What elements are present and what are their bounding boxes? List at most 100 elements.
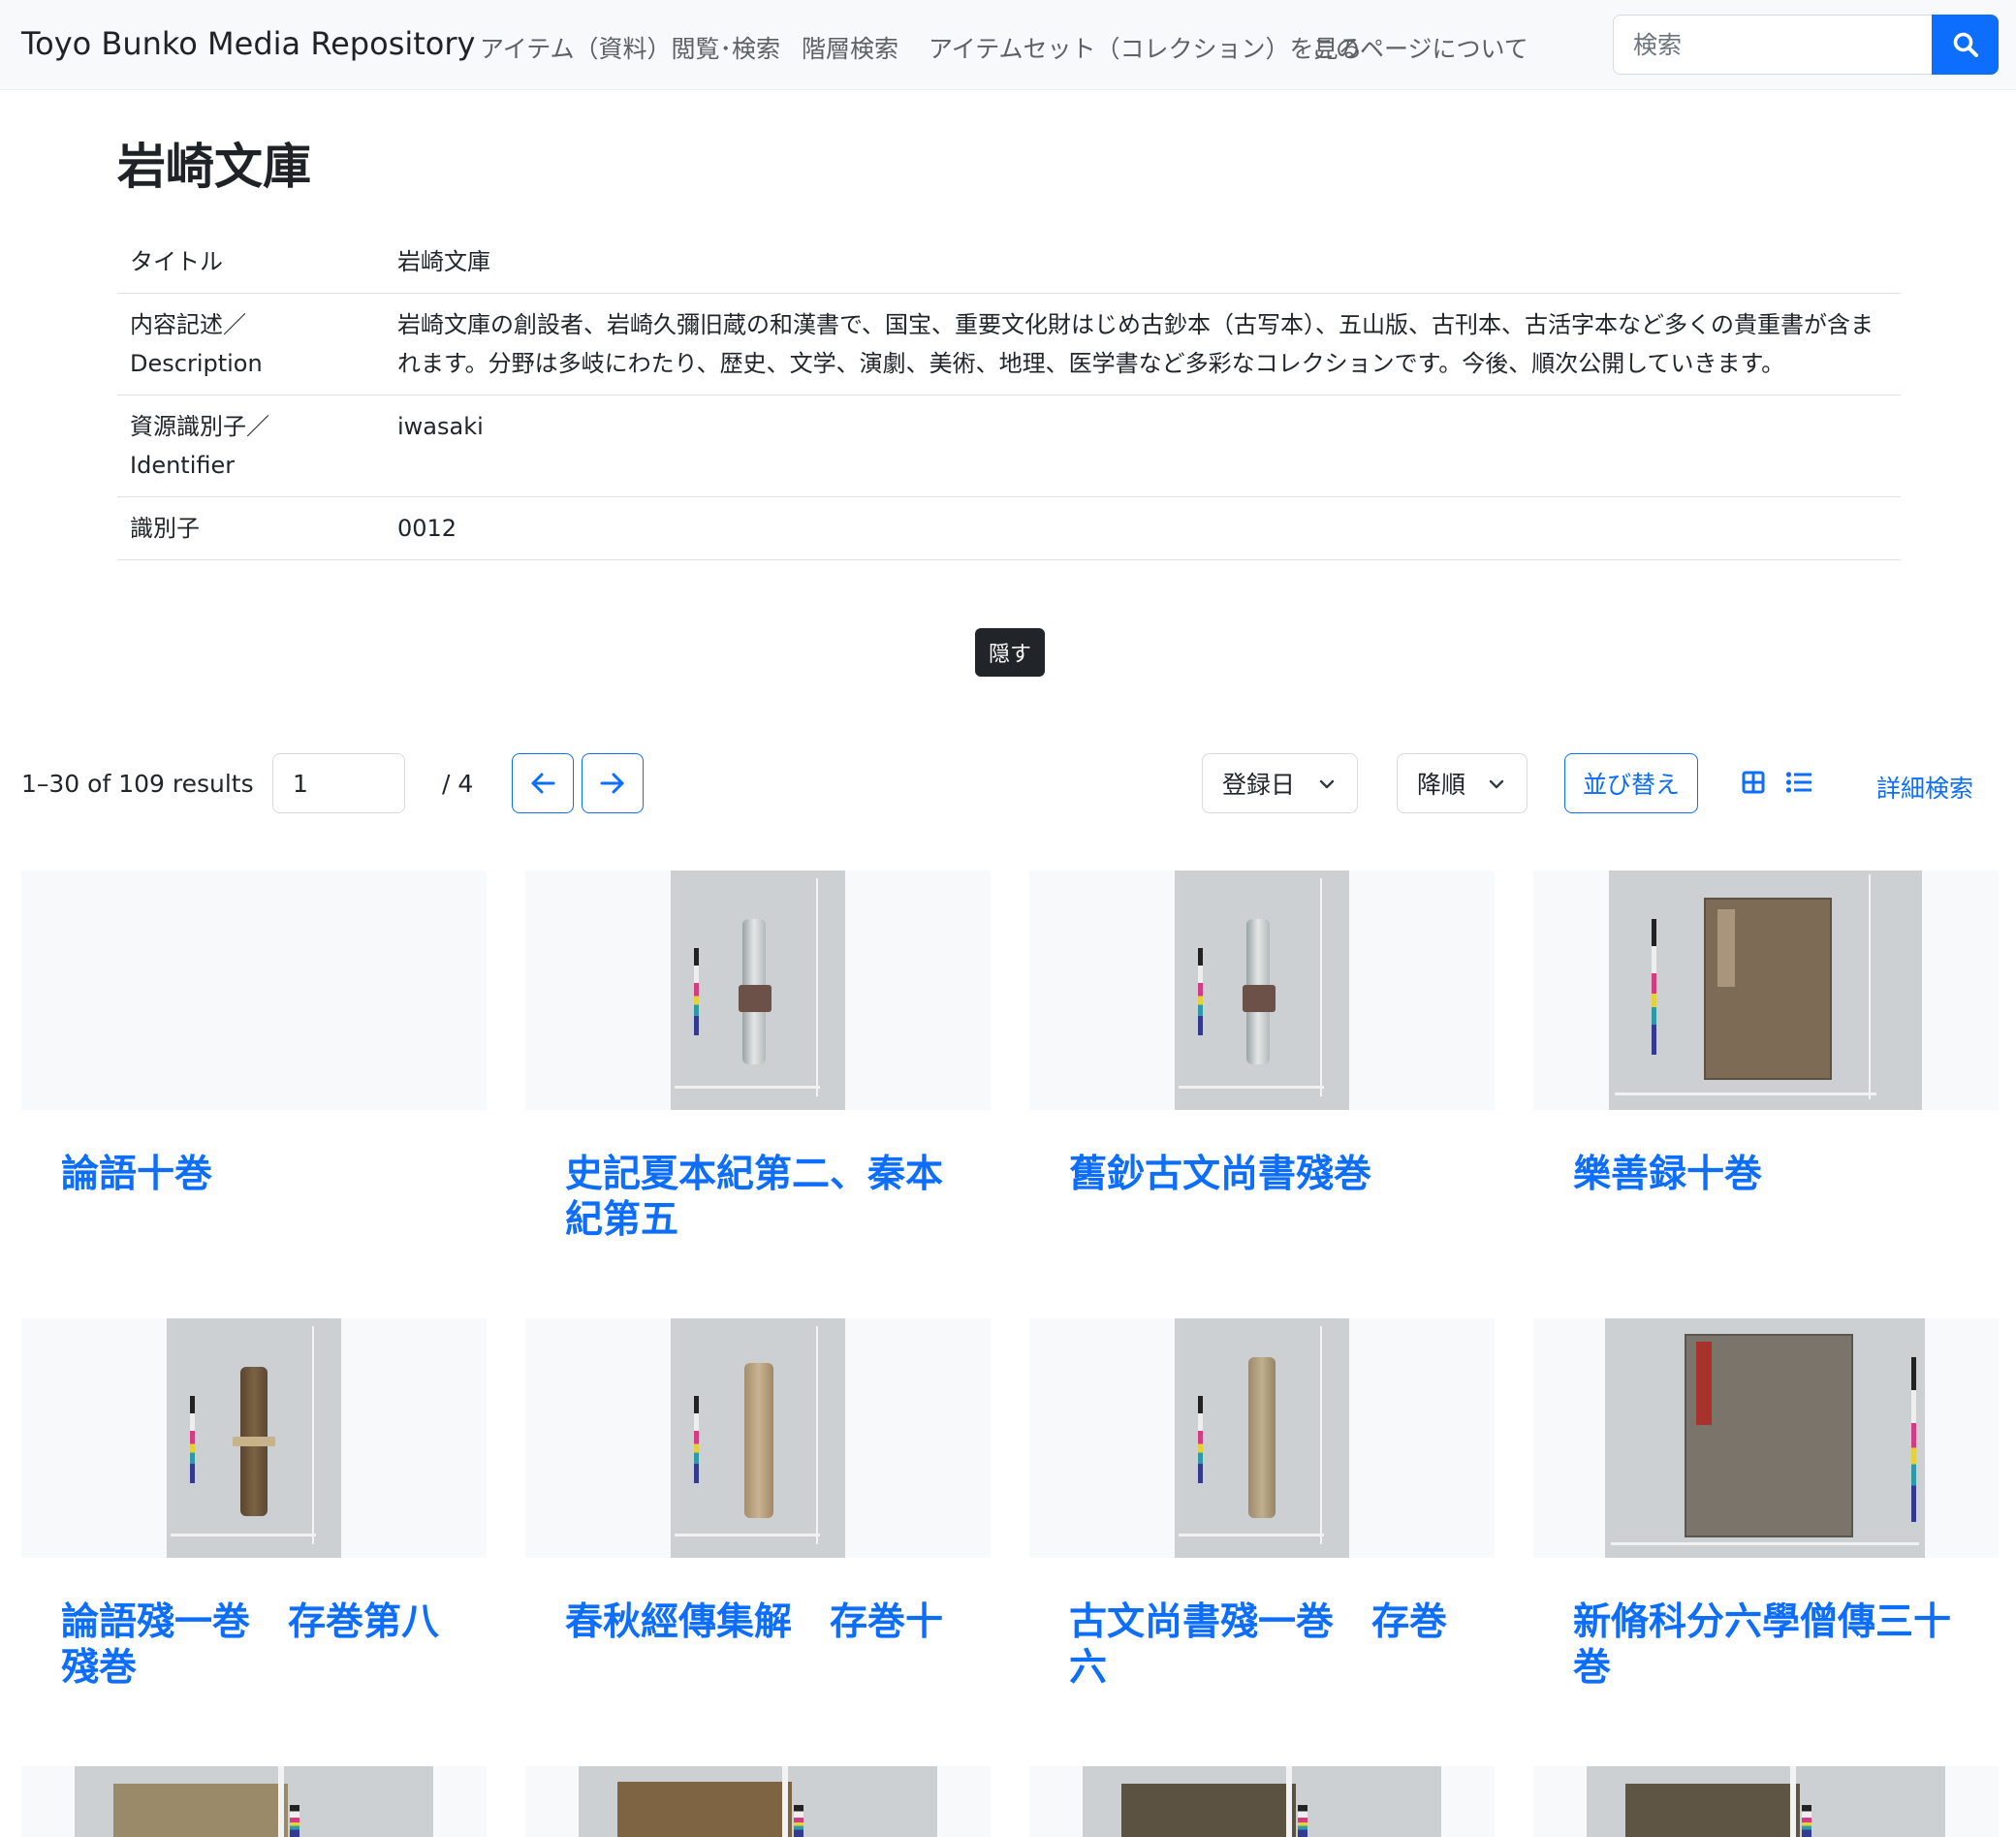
sort-order-select[interactable]: 降順 — [1397, 753, 1528, 813]
metadata-row: 識別子 0012 — [117, 496, 1901, 560]
sort-order-value: 降順 — [1417, 771, 1466, 799]
list-view-icon[interactable] — [1785, 771, 1812, 794]
site-brand[interactable]: Toyo Bunko Media Repository — [21, 25, 475, 62]
page-title: 岩崎文庫 — [117, 139, 311, 195]
scroll-tie — [233, 1437, 275, 1446]
sort-field-select[interactable]: 登録日 — [1202, 753, 1358, 813]
metadata-value: 岩崎文庫 — [385, 231, 1901, 294]
arrow-right-icon — [600, 773, 624, 794]
ruler — [1869, 874, 1871, 1099]
thumbnail-frame — [525, 1318, 991, 1558]
thumbnail-frame — [21, 1318, 487, 1558]
thumbnail-frame — [1029, 1766, 1495, 1837]
item-title[interactable]: 舊鈔古文尚書殘巻 — [1069, 1152, 1476, 1197]
book-image — [617, 1782, 792, 1837]
prev-page-button[interactable] — [512, 753, 574, 813]
ruler — [1179, 1086, 1324, 1089]
ruler — [675, 1086, 820, 1089]
thumbnail-frame — [1533, 1318, 1999, 1558]
thumbnail-frame — [21, 1766, 487, 1837]
item-title[interactable]: 史記夏本紀第二、秦本紀第五 — [565, 1152, 972, 1243]
thumbnail-frame — [1029, 1318, 1495, 1558]
metadata-value: 0012 — [385, 496, 1901, 560]
item-thumbnail[interactable] — [579, 1766, 937, 1837]
results-count: 1–30 of 109 results — [21, 770, 254, 798]
book-image — [1625, 1784, 1800, 1837]
metadata-label: 資源識別子／Identifier — [117, 395, 385, 497]
ruler — [1286, 1766, 1292, 1837]
item-thumbnail-placeholder[interactable] — [21, 871, 487, 1110]
book-label — [1717, 909, 1735, 987]
color-chart — [190, 1396, 195, 1483]
item-title[interactable]: 新脩科分六學僧傳三十巻 — [1573, 1599, 1980, 1691]
metadata-table: タイトル 岩崎文庫 内容記述／Description 岩崎文庫の創設者、岩崎久彌… — [117, 231, 1901, 560]
book-image — [1121, 1784, 1296, 1837]
item-title[interactable]: 春秋經傳集解 存巻十 — [565, 1599, 972, 1645]
item-thumbnail[interactable] — [1587, 1766, 1945, 1837]
search-button[interactable] — [1932, 15, 1999, 75]
thumbnail-frame — [525, 871, 991, 1110]
color-chart — [1298, 1805, 1307, 1837]
color-chart — [1198, 1396, 1203, 1483]
search-icon — [1953, 32, 1978, 57]
ruler — [1615, 1093, 1876, 1095]
navbar: Toyo Bunko Media Repository アイテム（資料）閲覧･検… — [0, 0, 2016, 90]
metadata-label: タイトル — [117, 231, 385, 294]
item-thumbnail[interactable] — [1609, 871, 1922, 1110]
nav-link-about[interactable]: このページについて — [1311, 30, 1528, 65]
item-thumbnail[interactable] — [1175, 871, 1349, 1110]
thumbnail-frame — [525, 1766, 991, 1837]
metadata-value: iwasaki — [385, 395, 1901, 497]
grid-view-icon[interactable] — [1742, 771, 1765, 794]
ruler — [1179, 1534, 1324, 1536]
item-thumbnail[interactable] — [1605, 1318, 1925, 1558]
chevron-down-icon — [1319, 779, 1335, 789]
page-total: / 4 — [442, 770, 474, 798]
item-thumbnail[interactable] — [671, 871, 845, 1110]
scroll-tie — [739, 985, 772, 1012]
scroll-image — [1248, 1357, 1276, 1518]
chevron-down-icon — [1489, 779, 1504, 789]
item-thumbnail[interactable] — [1083, 1766, 1441, 1837]
ruler — [278, 1766, 284, 1837]
thumbnail-frame — [1029, 871, 1495, 1110]
next-page-button[interactable] — [582, 753, 644, 813]
item-title[interactable]: 古文尚書殘一巻 存巻六 — [1069, 1599, 1476, 1691]
color-chart — [1911, 1357, 1916, 1522]
item-title[interactable]: 樂善録十巻 — [1573, 1152, 1980, 1197]
search-form — [1613, 15, 1999, 75]
ruler — [782, 1766, 788, 1837]
ruler — [675, 1534, 820, 1536]
sort-button[interactable]: 並び替え — [1564, 753, 1698, 813]
color-chart — [1198, 948, 1203, 1035]
item-thumbnail[interactable] — [671, 1318, 845, 1558]
page-number-input[interactable] — [272, 753, 405, 813]
search-input[interactable] — [1613, 15, 1932, 75]
color-chart — [794, 1805, 803, 1837]
hide-metadata-button[interactable]: 隠す — [975, 628, 1045, 677]
ruler — [171, 1534, 316, 1536]
ruler — [312, 1326, 314, 1544]
scroll-image — [744, 1363, 773, 1518]
arrow-left-icon — [531, 773, 555, 794]
color-chart — [290, 1805, 299, 1837]
metadata-value: 岩崎文庫の創設者、岩崎久彌旧蔵の和漢書で、国宝、重要文化財はじめ古鈔本（古写本）… — [385, 293, 1901, 396]
item-title[interactable]: 論語殘一巻 存巻第八殘巻 — [61, 1599, 468, 1691]
item-thumbnail[interactable] — [1175, 1318, 1349, 1558]
metadata-label: 識別子 — [117, 496, 385, 560]
thumbnail-frame — [1533, 1766, 1999, 1837]
item-thumbnail[interactable] — [75, 1766, 433, 1837]
sort-field-value: 登録日 — [1222, 771, 1296, 799]
nav-link-hierarchy-search[interactable]: 階層検索 — [802, 30, 898, 65]
item-title[interactable]: 論語十巻 — [61, 1152, 468, 1197]
color-chart — [694, 1396, 699, 1483]
nav-link-browse-items[interactable]: アイテム（資料）閲覧･検索 — [480, 30, 780, 65]
nav-link-item-sets[interactable]: アイテムセット（コレクション）を見る — [929, 30, 1363, 65]
thumbnail-frame — [1533, 871, 1999, 1110]
item-thumbnail[interactable] — [167, 1318, 341, 1558]
color-chart — [1802, 1805, 1811, 1837]
book-image — [113, 1784, 288, 1837]
metadata-row: 内容記述／Description 岩崎文庫の創設者、岩崎久彌旧蔵の和漢書で、国宝… — [117, 293, 1901, 396]
advanced-search-link[interactable]: 詳細検索 — [1876, 770, 1973, 805]
ruler — [816, 1326, 818, 1544]
